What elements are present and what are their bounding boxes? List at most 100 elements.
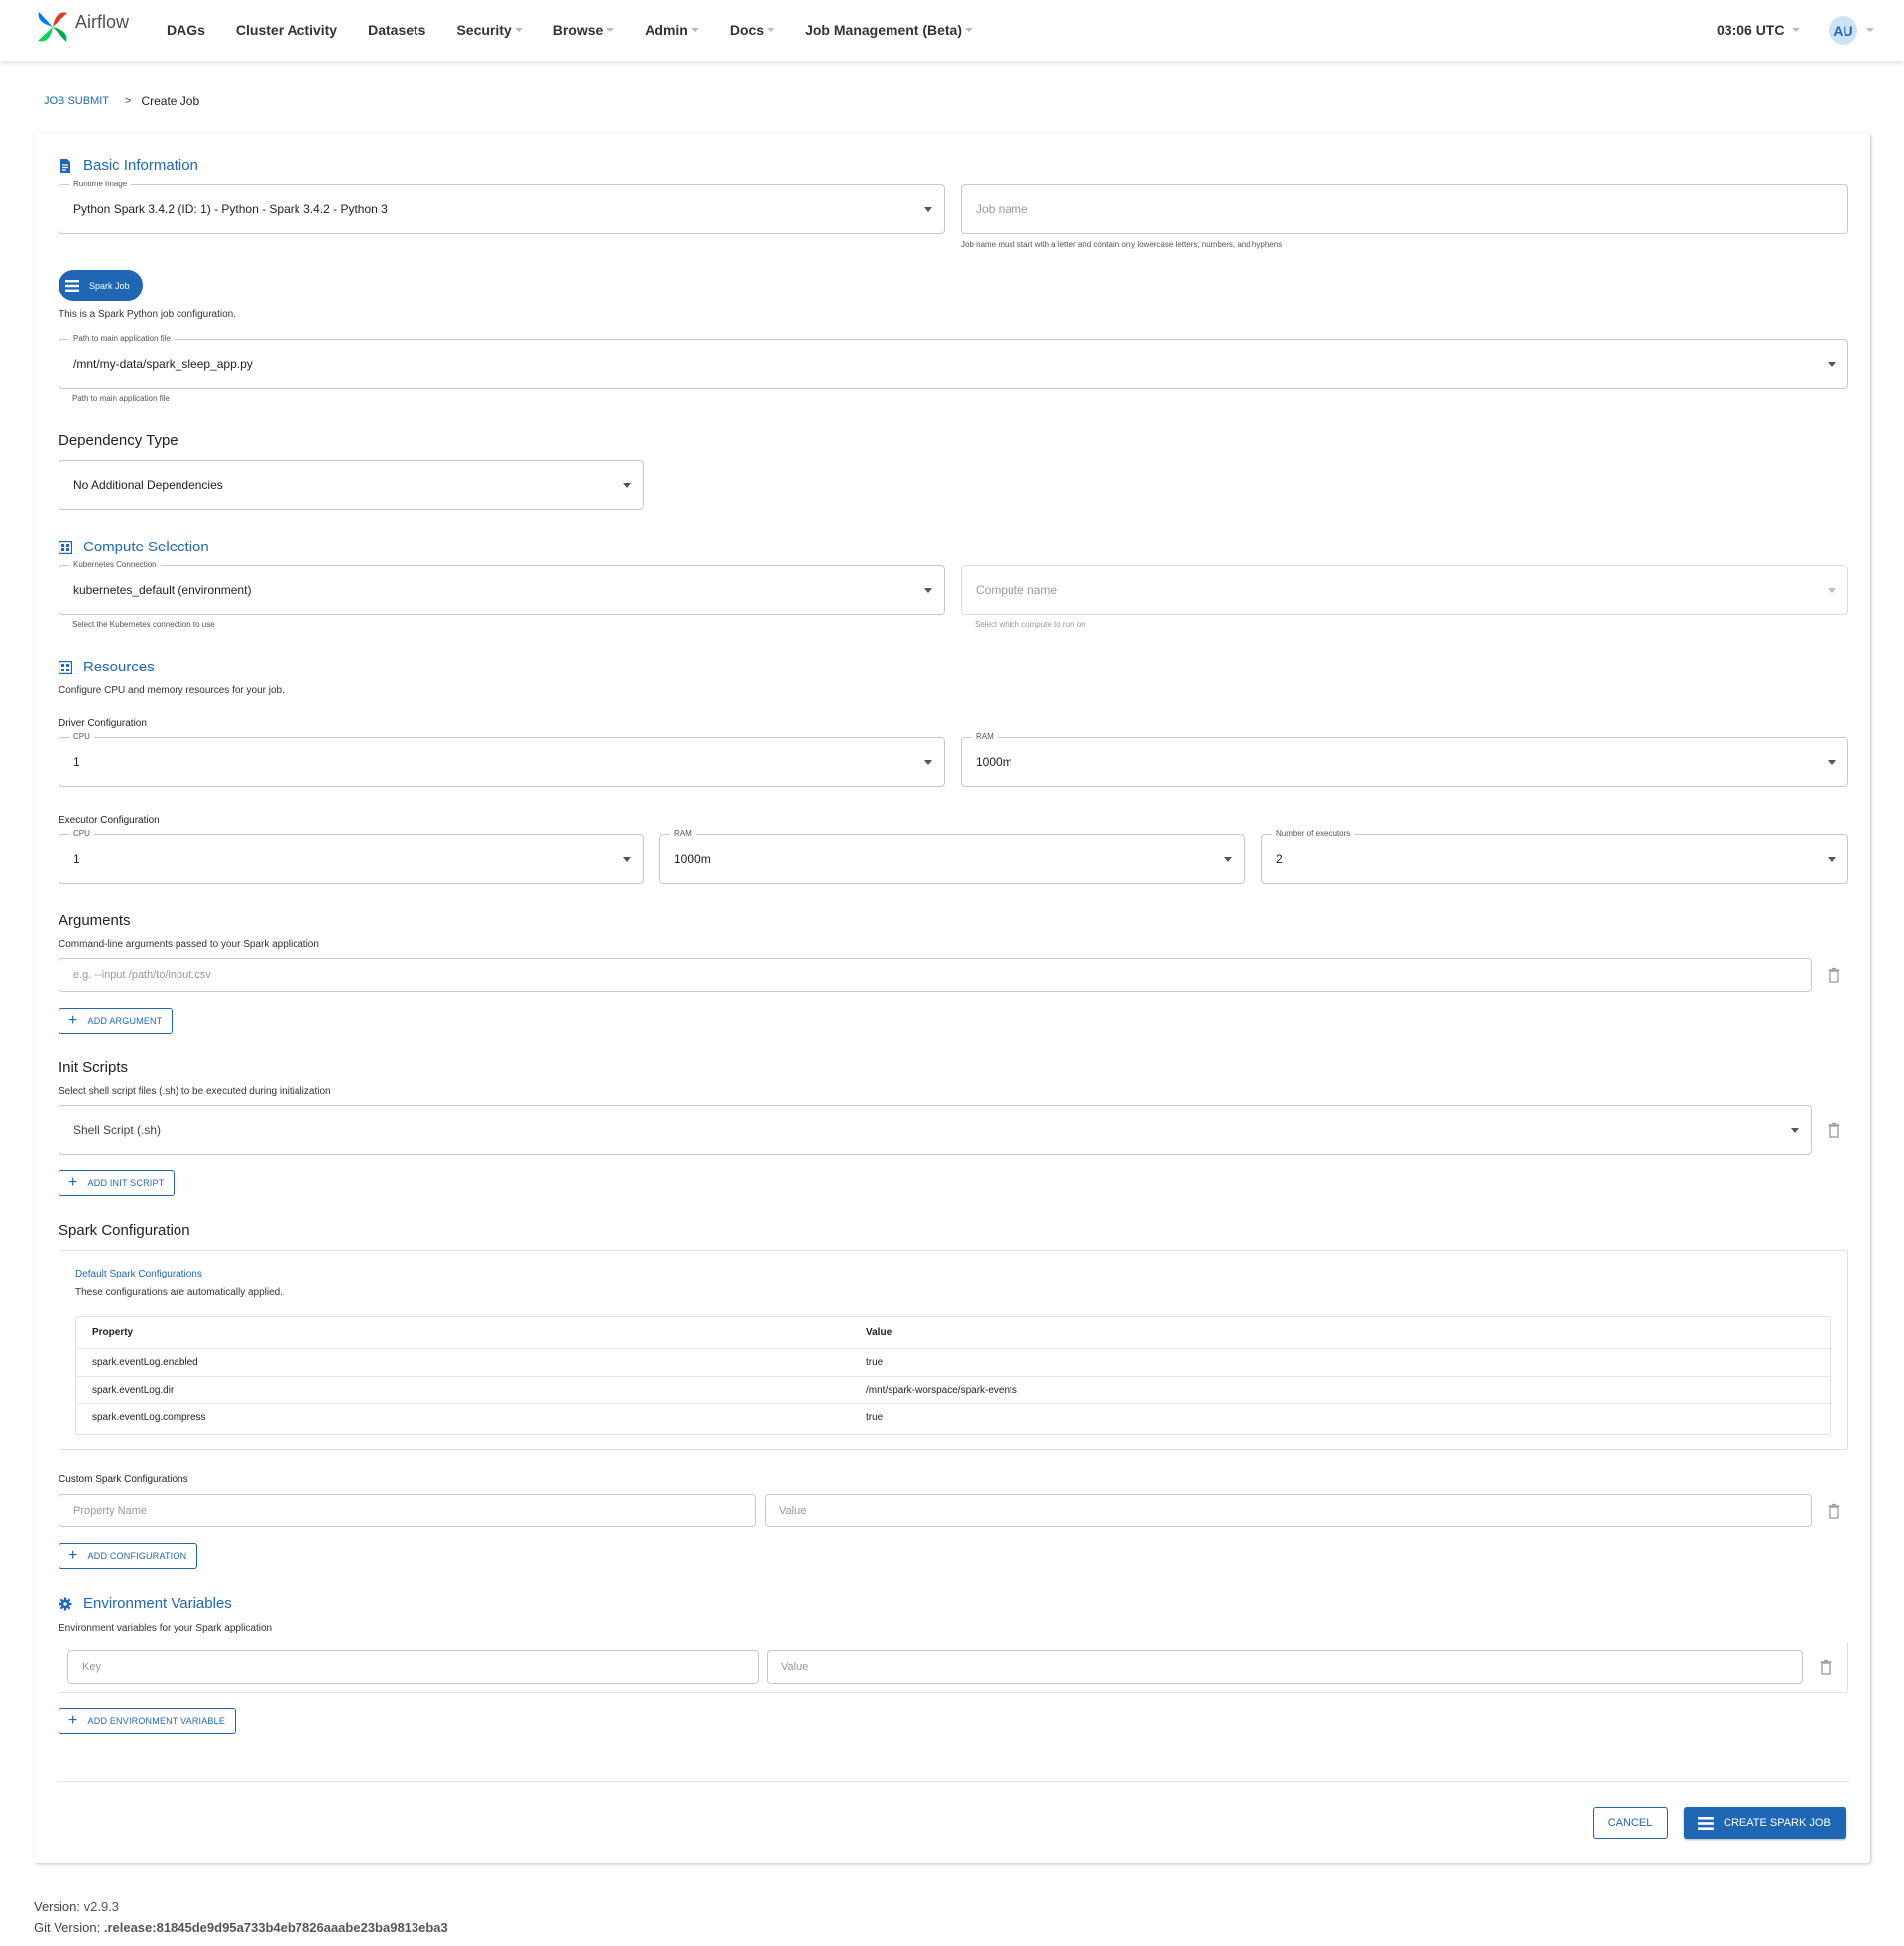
value-cell: true [850, 1348, 1830, 1377]
add-env-var-button[interactable]: + ADD ENVIRONMENT VARIABLE [59, 1708, 237, 1734]
clock-label: 03:06 UTC [1717, 22, 1785, 38]
table-header-row: Property Value [76, 1317, 1830, 1349]
env-key-input[interactable]: Key [67, 1650, 759, 1684]
kubernetes-connection-select[interactable]: Kubernetes Connection kubernetes_default… [59, 560, 945, 615]
runtime-image-select[interactable]: Runtime Image Python Spark 3.4.2 (ID: 1)… [59, 180, 945, 234]
chevron-down-icon [606, 28, 615, 32]
table-row: spark.eventLog.dir /mnt/spark-worspace/s… [76, 1376, 1830, 1404]
cancel-button[interactable]: CANCEL [1593, 1807, 1668, 1839]
compute-name-select[interactable]: Compute name [961, 565, 1848, 615]
spark-config-heading: Spark Configuration [59, 1222, 190, 1239]
version-value[interactable]: v2.9.3 [84, 1899, 119, 1914]
basic-info-heading: Basic Information [59, 157, 198, 174]
executor-cpu-select[interactable]: CPU 1 [59, 829, 644, 884]
section-title: Basic Information [83, 157, 198, 174]
field-placeholder: Job name [976, 202, 1028, 216]
user-avatar[interactable]: AU [1829, 16, 1857, 45]
create-spark-job-button[interactable]: CREATE SPARK JOB [1684, 1807, 1846, 1839]
field-placeholder: Compute name [976, 583, 1058, 597]
main-app-file-select[interactable]: Path to main application file /mnt/my-da… [59, 334, 1848, 389]
add-argument-button[interactable]: + ADD ARGUMENT [59, 1008, 174, 1034]
button-label: ADD ARGUMENT [87, 1016, 163, 1026]
default-config-description: These configurations are automatically a… [75, 1287, 284, 1298]
chevron-down-icon [965, 28, 974, 32]
chevron-down-icon [1828, 760, 1836, 765]
executor-count-select[interactable]: Number of executors 2 [1261, 829, 1848, 884]
job-name-input[interactable]: Job name [961, 184, 1848, 234]
add-init-script-button[interactable]: + ADD INIT SCRIPT [59, 1170, 176, 1196]
argument-input[interactable]: e.g. --input /path/to/input.csv [59, 958, 1812, 992]
field-placeholder: Shell Script (.sh) [73, 1123, 162, 1137]
brand-link[interactable]: Airflow [34, 8, 129, 46]
field-placeholder: Value [779, 1505, 807, 1517]
add-configuration-button[interactable]: + ADD CONFIGURATION [59, 1543, 198, 1569]
trash-icon[interactable] [1827, 967, 1841, 983]
field-label: Kubernetes Connection [69, 560, 161, 570]
executor-ram-select[interactable]: RAM 1000m [659, 829, 1245, 884]
trash-icon[interactable] [1827, 1122, 1841, 1138]
menu-item-admin[interactable]: Admin [645, 22, 699, 38]
menu-item-datasets[interactable]: Datasets [368, 22, 425, 38]
chevron-down-icon [690, 28, 699, 32]
button-label: CREATE SPARK JOB [1724, 1817, 1831, 1829]
driver-ram-select[interactable]: RAM 1000m [961, 732, 1848, 787]
menu-item-security[interactable]: Security [456, 22, 523, 38]
property-value-input[interactable]: Value [765, 1494, 1812, 1527]
plus-icon: + [68, 1547, 78, 1564]
utc-clock[interactable]: 03:06 UTC [1717, 22, 1801, 38]
menu-item-dags[interactable]: DAGs [167, 22, 205, 38]
breadcrumb-separator: > [125, 95, 132, 107]
version-label: Version: [34, 1899, 80, 1914]
kubernetes-connection-hint: Select the Kubernetes connection to use [72, 620, 215, 629]
field-label: RAM [972, 732, 998, 742]
property-cell: spark.eventLog.dir [76, 1376, 850, 1404]
job-name-hint: Job name must start with a letter and co… [961, 240, 1283, 249]
breadcrumb-current: Create Job [141, 94, 200, 108]
menu-item-job-management[interactable]: Job Management (Beta) [805, 22, 974, 38]
field-value: 2 [1276, 852, 1283, 866]
list-icon [1698, 1816, 1714, 1830]
menu-item-docs[interactable]: Docs [729, 22, 775, 38]
property-cell: spark.eventLog.compress [92, 1411, 206, 1423]
menu-label: Datasets [368, 22, 426, 38]
field-label: CPU [69, 829, 94, 839]
menu-label: Browse [552, 22, 604, 38]
breadcrumb: JOB SUBMIT > Create Job [44, 94, 199, 108]
menu-label: Docs [729, 22, 765, 38]
chevron-down-icon [1828, 857, 1836, 862]
arguments-description: Command-line arguments passed to your Sp… [59, 939, 319, 950]
value-cell: /mnt/spark-worspace/spark-events [850, 1376, 1830, 1404]
section-title: Resources [83, 659, 155, 675]
resources-description: Configure CPU and memory resources for y… [59, 685, 285, 696]
airflow-logo-icon [38, 12, 67, 42]
gear-icon [59, 1597, 72, 1610]
field-placeholder: Value [781, 1661, 809, 1673]
env-value-input[interactable]: Value [767, 1650, 1803, 1684]
git-version-footer: Git Version: .release:81845de9d95a733b4e… [34, 1920, 448, 1935]
column-header-property: Property [76, 1317, 850, 1349]
section-title: Environment Variables [83, 1595, 232, 1612]
breadcrumb-job-submit[interactable]: JOB SUBMIT [44, 95, 109, 107]
field-label: Path to main application file [69, 334, 175, 344]
git-version-value[interactable]: .release:81845de9d95a733b4eb7826aaabe23b… [104, 1920, 448, 1935]
menu-item-cluster-activity[interactable]: Cluster Activity [236, 22, 337, 38]
dependency-type-select[interactable]: No Additional Dependencies [59, 460, 644, 510]
spark-job-chip[interactable]: Spark Job [59, 270, 143, 301]
plus-icon: + [68, 1712, 78, 1729]
navbar: Airflow DAGs Cluster Activity Datasets S… [0, 0, 1904, 61]
property-name-input[interactable]: Property Name [59, 1494, 756, 1527]
trash-icon[interactable] [1827, 1503, 1841, 1519]
default-config-table: Property Value spark.eventLog.enabled tr… [76, 1317, 1830, 1431]
init-scripts-heading: Init Scripts [59, 1059, 129, 1076]
chevron-down-icon [1791, 1128, 1799, 1133]
dependency-type-heading: Dependency Type [59, 432, 178, 449]
driver-cpu-select[interactable]: CPU 1 [59, 732, 945, 787]
version-footer: Version: v2.9.3 [34, 1899, 119, 1914]
field-value: 1 [73, 852, 80, 866]
trash-icon[interactable] [1819, 1659, 1833, 1675]
chip-label: Spark Job [89, 280, 130, 291]
field-value: kubernetes_default (environment) [73, 583, 252, 597]
init-script-select[interactable]: Shell Script (.sh) [59, 1105, 1812, 1155]
plus-icon: + [68, 1174, 78, 1191]
menu-item-browse[interactable]: Browse [553, 22, 615, 38]
